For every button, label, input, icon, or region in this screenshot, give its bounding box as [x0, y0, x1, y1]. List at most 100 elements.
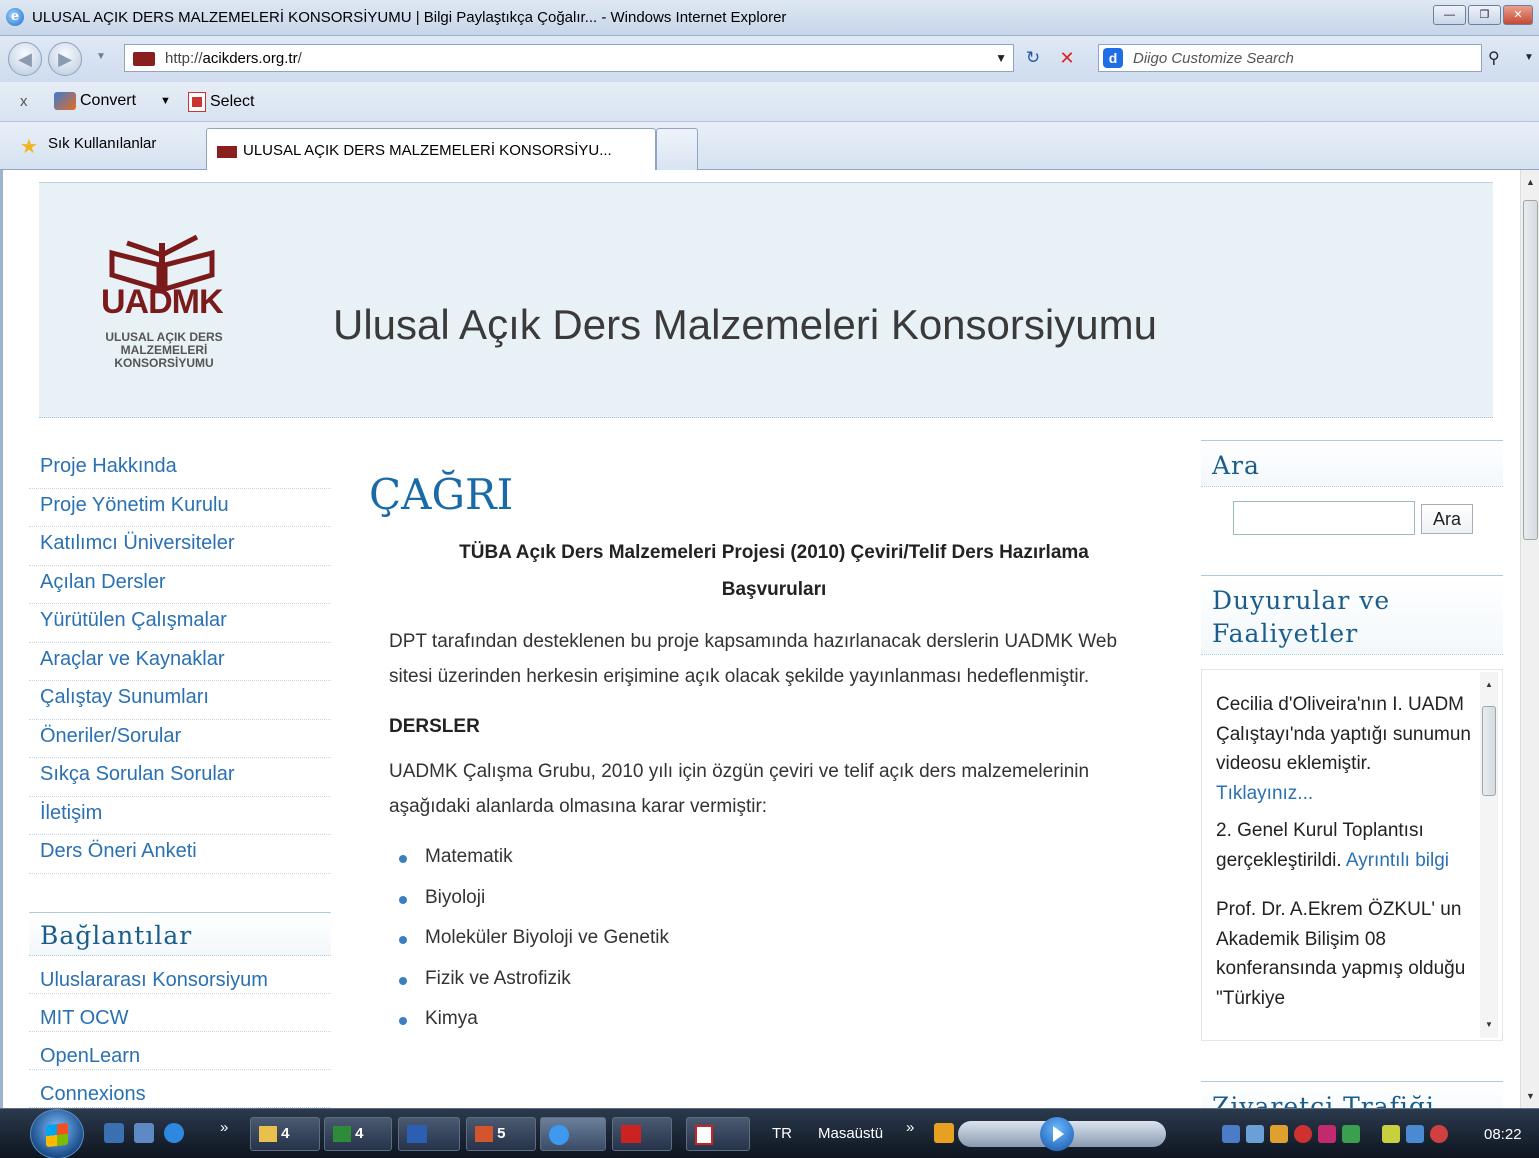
play-icon[interactable]: [1040, 1117, 1074, 1151]
window-titlebar: e ULUSAL AÇIK DERS MALZEMELERİ KONSORSİY…: [0, 0, 1539, 36]
address-url: http://acikders.org.tr/: [165, 50, 302, 67]
right-sidebar: Ara Ara Duyurular ve Faaliyetler Cecilia…: [1201, 440, 1503, 1108]
select-button[interactable]: Select: [188, 92, 254, 112]
tray-app-icon[interactable]: [1222, 1125, 1240, 1143]
tray-app-icon[interactable]: [1270, 1125, 1288, 1143]
nav-link-calistay-sunumlari[interactable]: Çalıştay Sunumları: [29, 681, 331, 720]
history-dropdown-icon[interactable]: ▼: [96, 51, 106, 62]
clock[interactable]: 08:22: [1484, 1126, 1522, 1143]
desktop-toolbar-label[interactable]: Masaüstü: [818, 1125, 883, 1142]
system-tray: [1222, 1125, 1448, 1143]
close-toolbar-icon[interactable]: x: [20, 93, 28, 110]
nav-link-yurutulen-calismalar[interactable]: Yürütülen Çalışmalar: [29, 604, 331, 643]
site-search-button[interactable]: Ara: [1421, 504, 1473, 534]
taskbar-excel-button[interactable]: 4: [324, 1117, 392, 1151]
nav-link-araclar-ve-kaynaklar[interactable]: Araçlar ve Kaynaklar: [29, 643, 331, 681]
search-input[interactable]: d Diigo Customize Search: [1098, 44, 1482, 72]
network-icon[interactable]: [1406, 1125, 1424, 1143]
search-placeholder: Diigo Customize Search: [1133, 50, 1294, 67]
tray-app-icon[interactable]: [1294, 1125, 1312, 1143]
media-controls[interactable]: [958, 1117, 1166, 1151]
quicklaunch-chevron-icon[interactable]: »: [220, 1119, 228, 1136]
search-dropdown-icon[interactable]: ▼: [1524, 52, 1534, 63]
search-icon[interactable]: ⚲: [1488, 48, 1500, 68]
minimize-button[interactable]: —: [1433, 5, 1466, 25]
news-link[interactable]: Ayrıntılı bilgi: [1346, 850, 1449, 871]
address-bar-row: ◀ ▶ ▼ http://acikders.org.tr/ ▼ ↻ ✕ d Di…: [0, 36, 1539, 82]
tab-active[interactable]: ULUSAL AÇIK DERS MALZEMELERİ KONSORSİYU.…: [206, 128, 656, 170]
link-uluslararasi-konsorsiyum[interactable]: Uluslararası Konsorsiyum: [29, 956, 331, 994]
site-title: Ulusal Açık Ders Malzemeleri Konsorsiyum…: [333, 301, 1157, 348]
start-button[interactable]: [30, 1109, 84, 1158]
filezilla-icon: [621, 1125, 641, 1144]
logo-subtitle: ULUSAL AÇIK DERS MALZEMELERİ KONSORSİYUM…: [105, 330, 223, 370]
language-indicator[interactable]: TR: [772, 1125, 792, 1142]
uadmk-logo[interactable]: UADMK ULUSAL AÇIK DERS MALZEMELERİ KONSO…: [89, 233, 239, 383]
nav-link-ders-oneri-anketi[interactable]: Ders Öneri Anketi: [29, 835, 331, 874]
ie-quicklaunch-icon[interactable]: [164, 1123, 184, 1143]
favorites-star-icon[interactable]: ★: [20, 134, 38, 159]
page-subtitle: TÜBA Açık Ders Malzemeleri Projesi (2010…: [459, 542, 1089, 600]
tray-app-icon[interactable]: [1246, 1125, 1264, 1143]
scroll-up-icon[interactable]: ▲: [1480, 676, 1498, 694]
nav-link-sss[interactable]: Sıkça Sorulan Sorular: [29, 758, 331, 797]
list-item: Fizik ve Astrofizik: [399, 968, 1159, 1009]
address-dropdown-icon[interactable]: ▼: [995, 51, 1007, 65]
tray-app-icon[interactable]: [1318, 1125, 1336, 1143]
media-player-icon[interactable]: [934, 1123, 954, 1143]
taskbar-pdf-button[interactable]: [686, 1117, 750, 1151]
switch-windows-icon[interactable]: [134, 1123, 154, 1143]
refresh-button[interactable]: ↻: [1018, 46, 1048, 72]
news-scrollbar[interactable]: ▲ ▼: [1480, 672, 1498, 1038]
page-scrollbar[interactable]: ▲ ▼: [1520, 170, 1539, 1108]
volume-icon[interactable]: [1430, 1125, 1448, 1143]
forward-button[interactable]: ▶: [48, 42, 82, 76]
news-scroll-thumb[interactable]: [1482, 706, 1496, 796]
nav-link-proje-yonetim-kurulu[interactable]: Proje Yönetim Kurulu: [29, 489, 331, 527]
news-link[interactable]: Tıklayınız...: [1216, 783, 1313, 804]
link-openlearn[interactable]: OpenLearn: [29, 1032, 331, 1070]
taskbar-word-button[interactable]: [398, 1117, 460, 1151]
link-connexions[interactable]: Connexions: [29, 1070, 331, 1108]
taskbar-filezilla-button[interactable]: [612, 1117, 672, 1151]
link-mit-ocw[interactable]: MIT OCW: [29, 994, 331, 1032]
scroll-down-icon[interactable]: ▼: [1480, 1016, 1498, 1034]
new-tab-button[interactable]: [656, 128, 698, 170]
favorites-button[interactable]: Sık Kullanılanlar: [48, 135, 156, 152]
tray-app-icon[interactable]: [1342, 1125, 1360, 1143]
back-button[interactable]: ◀: [8, 42, 42, 76]
pdf-icon: [695, 1125, 713, 1145]
close-window-button[interactable]: ✕: [1503, 5, 1533, 25]
convert-dropdown-icon[interactable]: ▼: [160, 95, 171, 107]
section-heading: DERSLER: [389, 716, 480, 737]
scroll-down-icon[interactable]: ▼: [1521, 1086, 1539, 1106]
maximize-button[interactable]: ❐: [1468, 5, 1501, 25]
stop-button[interactable]: ✕: [1052, 46, 1082, 72]
tray-app-icon[interactable]: [1382, 1125, 1400, 1143]
nav-link-iletisim[interactable]: İletişim: [29, 797, 331, 835]
nav-link-oneriler-sorular[interactable]: Öneriler/Sorular: [29, 720, 331, 758]
site-search: Ara: [1201, 487, 1503, 575]
site-header: UADMK ULUSAL AÇIK DERS MALZEMELERİ KONSO…: [39, 182, 1493, 418]
links-heading: Bağlantılar: [29, 911, 331, 956]
taskbar-powerpoint-button[interactable]: 5: [466, 1117, 536, 1151]
excel-icon: [333, 1126, 351, 1143]
nav-link-katilimci-universiteler[interactable]: Katılımcı Üniversiteler: [29, 527, 331, 566]
section-paragraph: UADMK Çalışma Grubu, 2010 yılı için özgü…: [389, 761, 1090, 817]
taskbar-ie-button[interactable]: [540, 1117, 606, 1151]
taskbar: » 4 4 5 TR Masaüstü » 08:22: [0, 1108, 1539, 1158]
page-scroll-thumb[interactable]: [1523, 200, 1538, 540]
address-input[interactable]: http://acikders.org.tr/ ▼: [124, 44, 1014, 72]
site-search-input[interactable]: [1233, 501, 1415, 535]
toolbar-chevron-icon[interactable]: »: [906, 1119, 914, 1136]
news-box[interactable]: Cecilia d'Oliveira'nın I. UADM Çalıştayı…: [1201, 669, 1503, 1041]
convert-button[interactable]: Convert: [54, 92, 136, 110]
news-heading: Duyurular ve Faaliyetler: [1201, 575, 1503, 655]
nav-link-acilan-dersler[interactable]: Açılan Dersler: [29, 566, 331, 604]
show-desktop-icon[interactable]: [104, 1123, 124, 1143]
nav-link-proje-hakkinda[interactable]: Proje Hakkında: [29, 450, 331, 489]
scroll-up-icon[interactable]: ▲: [1521, 172, 1539, 192]
taskbar-folder-button[interactable]: 4: [250, 1117, 320, 1151]
list-item: Matematik: [399, 846, 1159, 887]
favorites-tab-bar: ★ Sık Kullanılanlar ULUSAL AÇIK DERS MAL…: [0, 122, 1539, 170]
